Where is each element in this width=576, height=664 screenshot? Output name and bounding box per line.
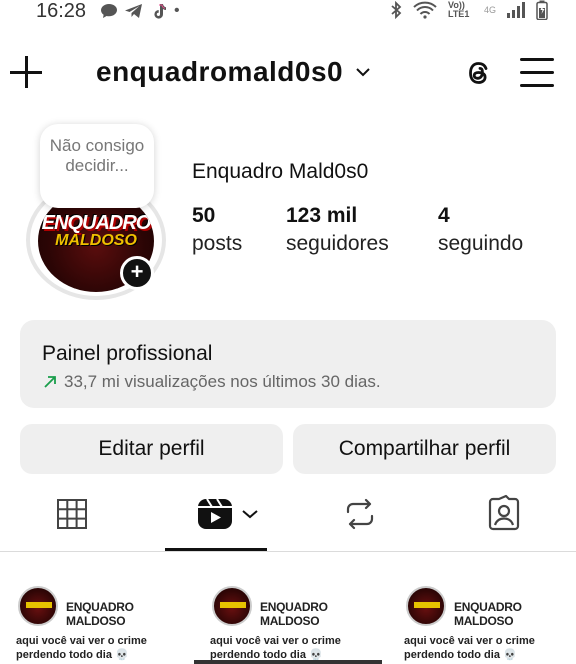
professional-dashboard-subtitle: 33,7 mi visualizações nos últimos 30 dia… [42, 372, 381, 392]
create-plus-icon[interactable] [10, 56, 42, 88]
stat-label: posts [192, 232, 243, 255]
stat-label: seguindo [438, 232, 524, 255]
chevron-down-icon [242, 510, 258, 519]
reel-avatar [406, 586, 446, 626]
views-summary: 33,7 mi visualizações nos últimos 30 dia… [64, 372, 381, 391]
chevron-down-icon [356, 68, 370, 77]
reel-thumbnail[interactable]: ENQUADRO MALDOSO aqui você vai ver o cri… [0, 556, 188, 664]
note-bubble[interactable]: Não consigo decidir... [40, 124, 154, 208]
reel-caption: aqui você vai ver o crime perdendo todo … [404, 635, 535, 661]
stat-value: 50 [192, 204, 216, 227]
chat-bubble-icon [101, 4, 117, 18]
avatar-logo-text: ENQUADRO [41, 212, 152, 234]
professional-dashboard[interactable]: Painel profissional 33,7 mi visualizaçõe… [20, 320, 556, 408]
status-time: 16:28 [36, 0, 87, 22]
notification-icons: • [100, 2, 180, 20]
trending-up-arrow-icon [44, 376, 56, 388]
network-label: Vo)) LTE1 [447, 0, 470, 19]
battery-icon [536, 0, 548, 20]
reel-caption: aqui você vai ver o crime perdendo todo … [210, 635, 341, 661]
repost-icon [346, 498, 374, 530]
signal-label: 4G [483, 5, 496, 15]
tagged-icon [488, 494, 520, 531]
reel-avatar [18, 586, 58, 626]
reel-thumbnail[interactable]: ENQUADRO MALDOSO aqui você vai ver o cri… [194, 556, 382, 664]
telegram-icon [125, 4, 142, 18]
tab-reposts[interactable] [340, 490, 380, 552]
tab-tagged[interactable] [484, 490, 524, 552]
status-bar: 16:28 • Vo)) LTE1 4G [0, 0, 576, 26]
grid-icon [57, 499, 87, 529]
stat-value: 123 mil [286, 204, 358, 227]
reels-icon [198, 498, 232, 529]
reel-author: ENQUADRO MALDOSO [66, 600, 134, 628]
content-tabs [0, 490, 576, 552]
reel-thumbnail[interactable]: ENQUADRO MALDOSO aqui você vai ver o cri… [388, 556, 576, 664]
display-name: Enquadro Mald0s0 [192, 160, 369, 183]
reel-avatar [212, 586, 252, 626]
system-icons: Vo)) LTE1 4G [390, 0, 548, 20]
reel-caption: aqui você vai ver o crime perdendo todo … [16, 635, 147, 661]
tab-reels[interactable] [165, 490, 267, 552]
professional-dashboard-title: Painel profissional [42, 342, 213, 365]
avatar-logo-subtext: MALDOSO [55, 232, 137, 249]
username: enquadromald0s0 [96, 56, 344, 87]
dot-icon: • [174, 2, 180, 19]
stat-posts[interactable]: 50 posts [192, 202, 242, 258]
tab-posts[interactable] [52, 490, 92, 552]
stat-value: 4 [438, 204, 450, 227]
edit-profile-button[interactable]: Editar perfil [20, 424, 283, 474]
add-story-icon[interactable]: + [120, 256, 154, 290]
account-switcher[interactable]: enquadromald0s0 [96, 56, 371, 88]
wifi-icon [413, 1, 437, 19]
threads-icon[interactable] [462, 56, 496, 90]
stat-following[interactable]: 4 seguindo [438, 202, 523, 258]
stat-followers[interactable]: 123 mil seguidores [286, 202, 389, 258]
tiktok-icon [154, 4, 166, 19]
stat-label: seguidores [286, 232, 389, 255]
menu-icon[interactable] [520, 58, 554, 88]
share-profile-button[interactable]: Compartilhar perfil [293, 424, 556, 474]
signal-icon [507, 2, 525, 18]
active-tab-indicator [165, 548, 267, 551]
reel-author: ENQUADRO MALDOSO [454, 600, 522, 628]
reel-video-strip [194, 660, 382, 664]
bluetooth-icon [391, 1, 402, 19]
profile-header: enquadromald0s0 [0, 48, 576, 100]
reel-author: ENQUADRO MALDOSO [260, 600, 328, 628]
